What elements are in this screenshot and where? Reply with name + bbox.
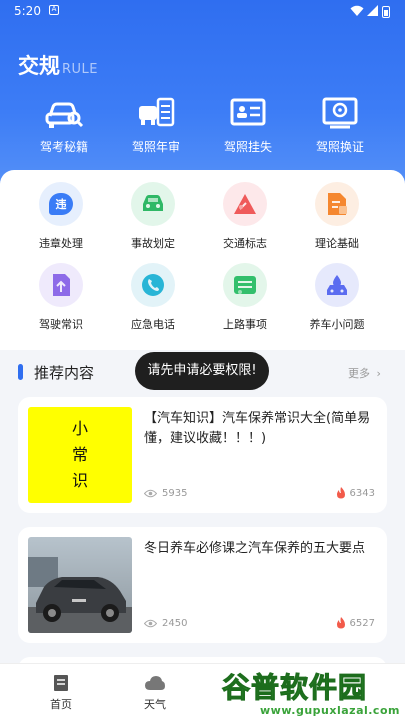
section-accent-bar: [18, 364, 23, 380]
page-title: 交规 RULE: [18, 50, 98, 80]
page-subtitle: RULE: [62, 62, 99, 77]
article-thumbnail: [28, 537, 132, 633]
license-steering-icon: [322, 97, 358, 129]
car-photo-image: [28, 537, 132, 633]
cloud-icon: [145, 676, 165, 690]
eye-icon: [144, 619, 157, 628]
traffic-sign-icon: [223, 182, 267, 226]
grid-item-label: 养车小问题: [309, 318, 365, 331]
hot-count-value: 6343: [349, 487, 375, 499]
road-notes-icon: [223, 263, 267, 307]
grid-item-label: 事故划定: [131, 237, 175, 250]
fire-icon: [336, 617, 345, 629]
grid-item-traffic-signs[interactable]: 交通标志: [199, 182, 291, 251]
emergency-phone-icon: [131, 263, 175, 307]
top-nav-label: 驾照换证: [315, 140, 364, 154]
top-nav-item-renew-license[interactable]: 驾照换证: [294, 96, 386, 155]
grid-item-theory[interactable]: 理论基础: [291, 182, 383, 251]
tab-label: 天气: [144, 698, 166, 711]
car-checklist-icon: [139, 97, 175, 127]
grid-item-label: 上路事项: [223, 318, 267, 331]
view-count-value: 5935: [162, 488, 188, 499]
grid-item-car-care[interactable]: 养车小问题: [291, 263, 383, 332]
more-label: 更多: [348, 367, 370, 380]
hot-count: 6343: [336, 487, 375, 499]
thumb-text: 常: [71, 445, 88, 464]
view-count: 5935: [144, 488, 187, 499]
feature-grid: 违 违章处理 事故划定 交通标志 理论基础 驾驶常识 应急电话 上路事项 养车小…: [0, 182, 405, 332]
top-nav-label: 驾照挂失: [223, 140, 272, 154]
hot-count-value: 6527: [349, 617, 375, 629]
id-card-icon: [230, 98, 266, 126]
article-thumbnail: 小 常 识: [28, 407, 132, 503]
top-nav-label: 驾照年审: [131, 140, 180, 154]
car-care-icon: [315, 263, 359, 307]
page-title-text: 交规: [18, 54, 60, 78]
car-search-icon: [45, 102, 84, 128]
wifi-icon: [350, 5, 364, 16]
grid-item-violation[interactable]: 违 违章处理: [15, 182, 107, 251]
tab-weather[interactable]: 天气: [125, 674, 185, 712]
theory-doc-icon: [315, 182, 359, 226]
top-nav-label: 驾考秘籍: [39, 140, 88, 154]
site-watermark: 谷普软件园 www.gupuxlazal.com: [221, 664, 405, 721]
view-count: 2450: [144, 618, 187, 629]
violation-glyph: 违: [49, 193, 73, 215]
article-card[interactable]: 小 常 识 【汽车知识】汽车保养常识大全(简单易懂，建议收藏！！！) 5935 …: [18, 397, 387, 513]
violation-icon: 违: [39, 182, 83, 226]
grid-item-driving-tips[interactable]: 驾驶常识: [15, 263, 107, 332]
article-title: 【汽车知识】汽车保养常识大全(简单易懂，建议收藏！！！): [144, 411, 371, 446]
hot-count: 6527: [336, 617, 375, 629]
tab-home[interactable]: 首页: [31, 674, 91, 712]
grid-item-road-notes[interactable]: 上路事项: [199, 263, 291, 332]
feature-card: 违 违章处理 事故划定 交通标志 理论基础 驾驶常识 应急电话 上路事项 养车小…: [0, 170, 405, 350]
article-card[interactable]: 冬日养车必修课之汽车保养的五大要点 2450 6527: [18, 527, 387, 643]
watermark-text: 谷普软件园: [221, 671, 368, 705]
thumb-text: 小: [71, 419, 88, 438]
home-doc-icon: [54, 675, 68, 691]
section-title: 推荐内容: [34, 364, 95, 382]
more-link[interactable]: 更多 ›: [348, 365, 381, 381]
tab-label: 首页: [50, 698, 72, 711]
grid-item-label: 理论基础: [315, 237, 359, 250]
battery-icon: [382, 6, 390, 18]
eye-icon: [144, 489, 157, 498]
permission-toast: 请先申请必要权限!: [135, 352, 269, 390]
chevron-right-icon: ›: [376, 367, 381, 380]
driving-tips-icon: [39, 263, 83, 307]
top-nav-item-exam-tips[interactable]: 驾考秘籍: [18, 96, 110, 155]
top-nav-item-report-loss[interactable]: 驾照挂失: [202, 96, 294, 155]
fire-icon: [336, 487, 345, 499]
notification-icon: A: [49, 5, 59, 15]
status-time: 5:20: [14, 4, 41, 18]
status-bar: 5:20 A: [0, 0, 405, 24]
article-title: 冬日养车必修课之汽车保养的五大要点: [144, 541, 366, 556]
signal-icon: [367, 5, 378, 16]
view-count-value: 2450: [162, 618, 188, 629]
grid-item-emergency-phone[interactable]: 应急电话: [107, 263, 199, 332]
accident-car-icon: [131, 182, 175, 226]
top-nav: 驾考秘籍 驾照年审 驾照挂失 驾照换证: [0, 96, 405, 155]
grid-item-label: 应急电话: [131, 318, 175, 331]
grid-item-label: 交通标志: [223, 237, 267, 250]
watermark-url: www.gupuxlazal.com: [260, 704, 400, 717]
grid-item-label: 违章处理: [39, 237, 83, 250]
top-nav-item-annual-review[interactable]: 驾照年审: [110, 96, 202, 155]
grid-item-label: 驾驶常识: [39, 318, 83, 331]
grid-item-accident[interactable]: 事故划定: [107, 182, 199, 251]
thumb-text: 识: [71, 471, 88, 490]
